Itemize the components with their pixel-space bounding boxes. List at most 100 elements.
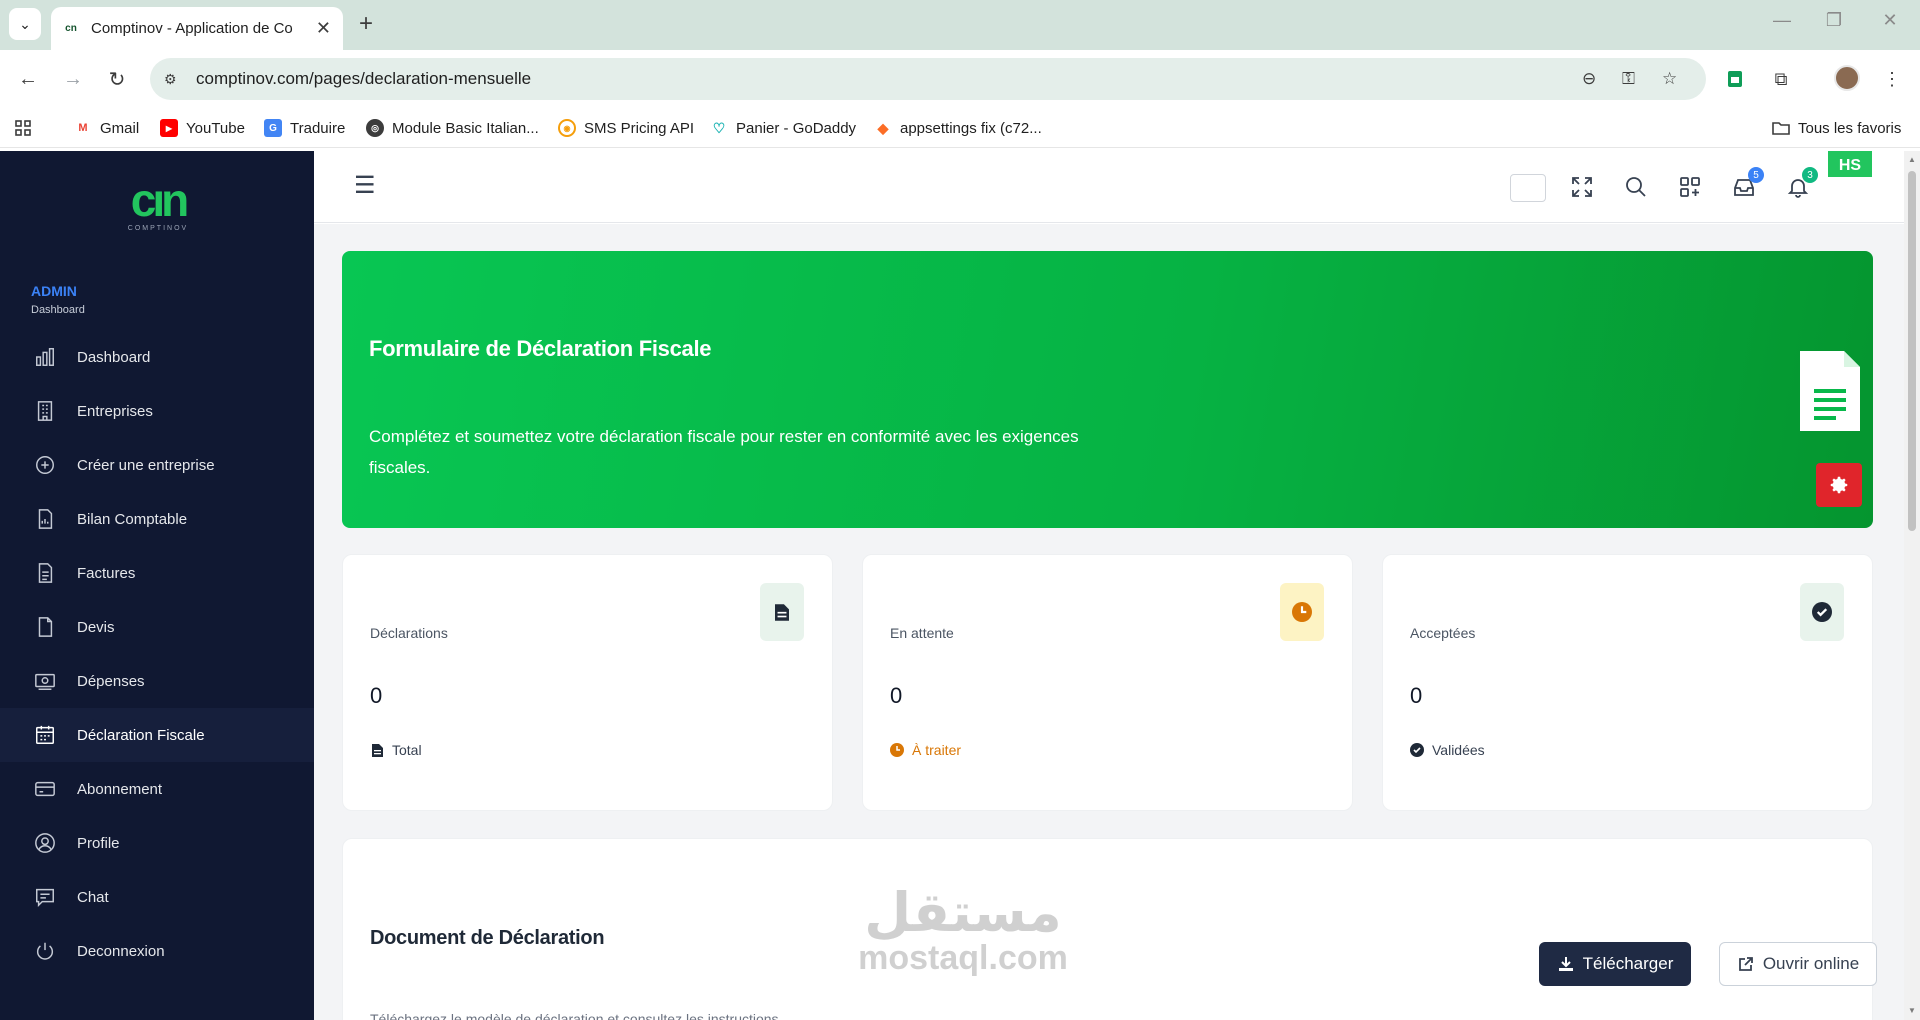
document-card: Document de Déclaration Téléchargez le m…: [342, 838, 1877, 1020]
bookmark-appsettings[interactable]: ◆ appsettings fix (c72...: [874, 116, 1042, 140]
stat-footer-text: Total: [392, 742, 422, 758]
stat-icon-box: [1280, 583, 1324, 641]
bookmark-label: SMS Pricing API: [584, 119, 695, 137]
menu-toggle-icon[interactable]: ☰: [354, 174, 378, 199]
user-avatar[interactable]: HS: [1828, 151, 1872, 177]
zoom-icon[interactable]: ⊖: [1582, 58, 1596, 100]
user-role: ADMIN: [31, 283, 77, 299]
sidebar-item-chat[interactable]: Chat: [0, 870, 314, 924]
sidebar-item-devis[interactable]: Devis: [0, 600, 314, 654]
minimize-button[interactable]: —: [1762, 10, 1802, 31]
back-icon[interactable]: ←: [12, 63, 44, 95]
fullscreen-icon[interactable]: [1568, 173, 1596, 201]
check-circle-icon: [1410, 743, 1424, 757]
gear-icon: [1830, 476, 1848, 494]
stat-footer: À traiter: [890, 742, 961, 758]
power-icon: [33, 939, 57, 963]
folder-icon: [1772, 119, 1790, 137]
settings-gear-button[interactable]: [1816, 463, 1862, 507]
bookmark-sms-pricing[interactable]: ◉ SMS Pricing API: [558, 116, 694, 140]
sidebar-item-deconnexion[interactable]: Deconnexion: [0, 924, 314, 978]
stat-label: Déclarations: [370, 625, 448, 641]
document-title: Document de Déclaration: [370, 927, 605, 949]
bookmark-gmail[interactable]: M Gmail: [74, 116, 139, 140]
sidebar-item-label: Devis: [77, 618, 115, 636]
sidebar-item-depenses[interactable]: Dépenses: [0, 654, 314, 708]
sidebar-item-factures[interactable]: Factures: [0, 546, 314, 600]
tab-title: Comptinov - Application de Co: [91, 20, 293, 37]
clock-icon: [890, 743, 904, 757]
sidebar-item-bilan[interactable]: Bilan Comptable: [0, 492, 314, 546]
password-key-icon[interactable]: ⚿: [1622, 58, 1635, 100]
stat-label: Acceptées: [1410, 625, 1476, 641]
tab-search-button[interactable]: ⌄: [9, 8, 41, 40]
sidebar-item-creer-entreprise[interactable]: Créer une entreprise: [0, 438, 314, 492]
watermark: مستقل mostaql.com: [843, 881, 1083, 977]
search-icon[interactable]: [1622, 173, 1650, 201]
gitlab-icon: ◆: [877, 119, 889, 136]
sidebar-item-profile[interactable]: Profile: [0, 816, 314, 870]
site-info-icon[interactable]: ⚙: [164, 71, 184, 88]
external-link-icon: [1737, 955, 1755, 973]
scroll-down-icon[interactable]: ▼: [1907, 1006, 1917, 1015]
notification-bell-icon[interactable]: 3: [1784, 167, 1818, 201]
forward-icon[interactable]: →: [57, 63, 89, 95]
profile-avatar-icon[interactable]: [1834, 65, 1860, 91]
scroll-up-icon[interactable]: ▲: [1907, 155, 1917, 164]
sidebar-item-abonnement[interactable]: Abonnement: [0, 762, 314, 816]
browser-tab[interactable]: cn Comptinov - Application de Co ✕: [51, 7, 343, 50]
all-bookmarks[interactable]: Tous les favoris: [1772, 116, 1901, 140]
bookmark-label: YouTube: [186, 119, 245, 137]
building-icon: [33, 399, 57, 423]
window-close-button[interactable]: ✕: [1870, 10, 1910, 31]
stat-footer: Validées: [1410, 742, 1485, 758]
extension-sheets-icon[interactable]: [1723, 67, 1747, 91]
sidebar-item-dashboard[interactable]: Dashboard: [0, 330, 314, 384]
language-select[interactable]: [1510, 174, 1546, 202]
bookmark-label: Module Basic Italian...: [392, 119, 539, 137]
sidebar-item-label: Créer une entreprise: [77, 456, 215, 474]
sidebar-item-label: Entreprises: [77, 402, 153, 420]
inbox-icon[interactable]: 5: [1730, 167, 1764, 201]
bookmark-youtube[interactable]: ▶ YouTube: [160, 116, 245, 140]
scroll-thumb[interactable]: [1908, 171, 1916, 531]
download-button[interactable]: Télécharger: [1539, 942, 1691, 986]
address-bar[interactable]: ⚙ comptinov.com/pages/declaration-mensue…: [150, 58, 1706, 100]
check-circle-icon: [1812, 602, 1832, 622]
bookmark-traduire[interactable]: G Traduire: [264, 116, 345, 140]
apps-grid-icon[interactable]: [14, 116, 32, 140]
bookmark-label: Traduire: [290, 119, 346, 137]
bookmark-star-icon[interactable]: ☆: [1662, 58, 1677, 100]
chrome-menu-icon[interactable]: ⋮: [1880, 67, 1904, 91]
sidebar-item-entreprises[interactable]: Entreprises: [0, 384, 314, 438]
inbox-badge: 5: [1748, 167, 1764, 183]
apps-grid-icon[interactable]: [1676, 173, 1704, 201]
restore-button[interactable]: ❐: [1814, 10, 1854, 31]
stat-value: 0: [890, 683, 903, 708]
stat-footer: Total: [370, 742, 422, 758]
hero-title: Formulaire de Déclaration Fiscale: [369, 336, 712, 361]
bookmark-module-italian[interactable]: ◎ Module Basic Italian...: [366, 116, 539, 140]
watermark-arabic: مستقل: [864, 881, 1062, 944]
bookmark-label: appsettings fix (c72...: [900, 119, 1042, 137]
watermark-latin: mostaql.com: [858, 939, 1068, 977]
sidebar-item-label: Dashboard: [77, 348, 151, 366]
document-icon: [1800, 351, 1860, 431]
reload-icon[interactable]: ↻: [101, 63, 133, 95]
stat-card-acceptees: Acceptées 0 Validées: [1382, 554, 1873, 811]
bookmark-label: Gmail: [100, 119, 140, 137]
bookmark-godaddy[interactable]: ♡ Panier - GoDaddy: [710, 116, 856, 140]
open-online-button[interactable]: Ouvrir online: [1719, 942, 1877, 986]
credit-card-icon: [33, 777, 57, 801]
sidebar-item-label: Déclaration Fiscale: [77, 726, 205, 744]
url-text[interactable]: comptinov.com/pages/declaration-mensuell…: [196, 69, 531, 89]
sidebar-item-declaration-fiscale[interactable]: Déclaration Fiscale: [0, 708, 314, 762]
tab-close-icon[interactable]: ✕: [316, 18, 331, 39]
new-tab-button[interactable]: +: [352, 10, 380, 38]
extensions-puzzle-icon[interactable]: ⧉: [1769, 67, 1793, 91]
app-logo[interactable]: cın COMPTINOV: [118, 177, 198, 237]
browser-toolbar: ← → ↻ ⚙ comptinov.com/pages/declaration-…: [0, 50, 1920, 108]
chat-icon: [33, 885, 57, 909]
stat-value: 0: [1410, 683, 1423, 708]
page-scrollbar[interactable]: ▲ ▼: [1904, 151, 1920, 1020]
